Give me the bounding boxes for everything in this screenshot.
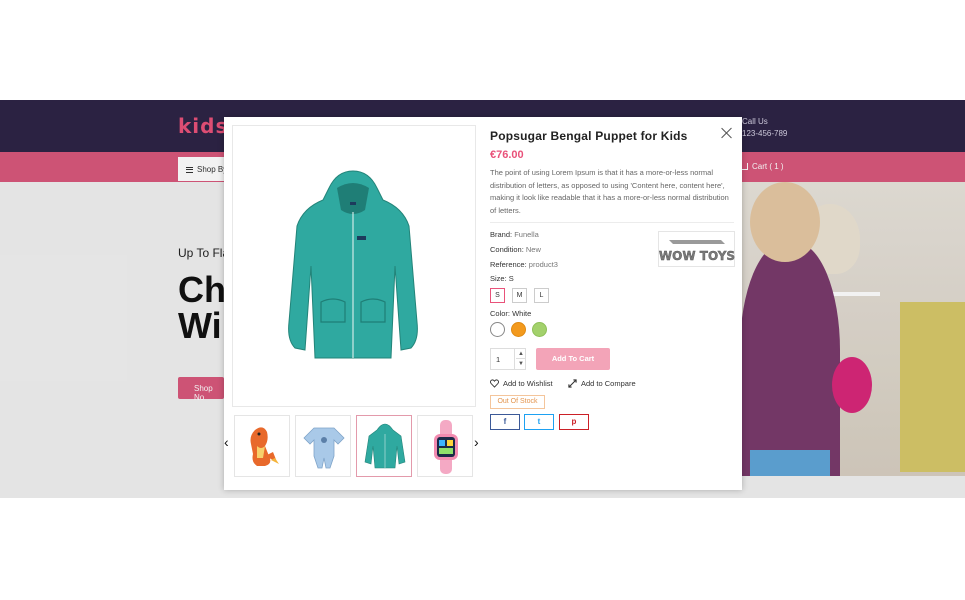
share-twitter-button[interactable]: t	[524, 414, 554, 430]
product-price: €76.00	[490, 149, 524, 161]
condition-label: Condition:	[490, 245, 524, 254]
size-option-l[interactable]: L	[534, 288, 549, 303]
share-facebook-button[interactable]: f	[490, 414, 520, 430]
wishlist-label: Add to Wishlist	[503, 379, 553, 388]
heart-icon	[490, 379, 499, 388]
thumbnail-dragon-plush[interactable]	[234, 415, 290, 477]
brand-logo-text: WOW TOYS	[659, 249, 735, 263]
thumbnail-next-button[interactable]: ›	[474, 435, 482, 449]
add-to-cart-button[interactable]: Add To Cart	[536, 348, 610, 370]
reference-row: Reference: product3	[490, 260, 558, 269]
thumbnail-strip	[234, 415, 474, 477]
brand-logo-image: WOW TOYS	[659, 240, 735, 263]
close-icon[interactable]	[721, 127, 733, 139]
main-product-image[interactable]	[232, 125, 476, 407]
color-swatch-green[interactable]	[532, 322, 547, 337]
condition-value: New	[525, 245, 541, 254]
quick-view-modal: ‹ › Popsugar Bengal Puppet for Kids €76.…	[224, 117, 742, 490]
reference-label: Reference:	[490, 260, 527, 269]
brand-logo[interactable]: WOW TOYS	[658, 231, 735, 267]
quantity-input[interactable]: 1	[491, 349, 515, 369]
product-title: Popsugar Bengal Puppet for Kids	[490, 129, 688, 143]
divider	[490, 222, 734, 223]
page: kids Call Us 123-456-789 Shop By Cart ( …	[0, 0, 965, 600]
thumbnail-teal-hoodie[interactable]	[356, 415, 412, 477]
color-swatch-white[interactable]	[490, 322, 505, 337]
teal-hoodie-thumb-image	[364, 423, 406, 469]
facebook-icon: f	[503, 417, 507, 426]
kids-smartwatch-image	[434, 420, 458, 474]
hoodie-image	[288, 170, 418, 359]
thumbnail-baby-romper[interactable]	[295, 415, 351, 477]
share-pinterest-button[interactable]: p	[559, 414, 589, 430]
pinterest-icon: p	[571, 417, 577, 426]
stock-status-badge: Out Of Stock	[490, 395, 545, 409]
product-description: The point of using Lorem Ipsum is that i…	[490, 168, 729, 215]
quantity-increase-button[interactable]: ▲	[516, 349, 526, 359]
thumbnail-prev-button[interactable]: ‹	[224, 435, 232, 449]
quantity-stepper: 1 ▲ ▼	[490, 348, 526, 370]
size-option-s[interactable]: S	[490, 288, 505, 303]
condition-row: Condition: New	[490, 245, 541, 254]
add-to-wishlist-link[interactable]: Add to Wishlist	[490, 379, 553, 388]
dragon-plush-image	[250, 427, 279, 466]
brand-row: Brand: Funella	[490, 230, 539, 239]
reference-value: product3	[528, 260, 558, 269]
color-label: Color: White	[490, 309, 532, 318]
size-label: Size: S	[490, 274, 514, 283]
add-to-compare-link[interactable]: Add to Compare	[568, 379, 636, 388]
brand-label: Brand:	[490, 230, 513, 239]
twitter-icon: t	[537, 417, 541, 426]
quantity-decrease-button[interactable]: ▼	[516, 359, 526, 369]
compare-label: Add to Compare	[581, 379, 636, 388]
baby-romper-image	[303, 427, 345, 469]
brand-value[interactable]: Funella	[514, 230, 539, 239]
thumbnail-kids-smartwatch[interactable]	[417, 415, 473, 477]
size-option-m[interactable]: M	[512, 288, 527, 303]
compare-icon	[568, 379, 577, 388]
color-swatch-orange[interactable]	[511, 322, 526, 337]
